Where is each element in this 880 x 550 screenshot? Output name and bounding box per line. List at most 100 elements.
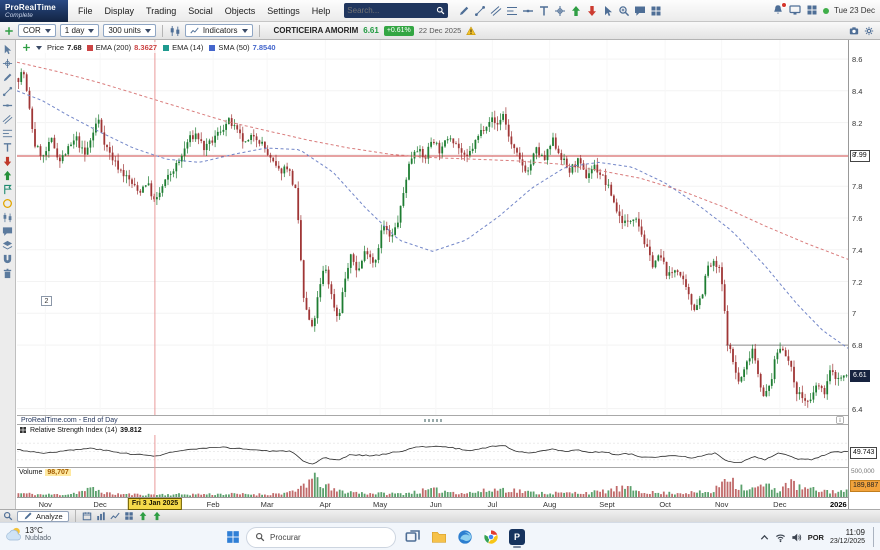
panel-resize-handle[interactable] <box>424 419 442 422</box>
workspace-grid-icon[interactable] <box>806 4 818 16</box>
text-icon[interactable] <box>538 5 550 17</box>
price-axis[interactable]: 7.99 6.61 49.743 500,000 189,887 8.68.48… <box>848 40 880 509</box>
wifi-icon[interactable] <box>775 532 786 543</box>
symbol-select[interactable]: COR <box>18 24 56 37</box>
line-chart-icon[interactable] <box>110 511 120 521</box>
show-desktop-button[interactable] <box>873 527 876 547</box>
volume-chart[interactable] <box>17 468 848 497</box>
chat-tool-icon[interactable] <box>2 226 13 237</box>
language-indicator[interactable]: POR <box>808 533 824 542</box>
annotation-badge[interactable]: 2 <box>41 296 52 306</box>
ellipse-tool-icon[interactable] <box>2 198 13 209</box>
menu-help[interactable]: Help <box>306 6 337 16</box>
menu-search[interactable] <box>344 3 448 18</box>
chevron-down-icon <box>45 29 51 33</box>
fibonacci-icon[interactable] <box>506 5 518 17</box>
legend-item-3[interactable]: SMA (50)7.8540 <box>209 43 275 52</box>
flag-tool-icon[interactable] <box>2 184 13 195</box>
rsi-chart[interactable] <box>17 435 848 468</box>
taskbar-clock[interactable]: 11:09 23/12/2025 <box>830 528 865 545</box>
layout-grid-icon[interactable] <box>650 5 662 17</box>
scroll-up-2-icon[interactable] <box>152 511 162 521</box>
add-indicator-icon[interactable] <box>22 43 31 52</box>
volume-icon[interactable] <box>791 532 802 543</box>
volume-panel[interactable]: Volume 98,707 <box>17 468 848 497</box>
taskbar-search[interactable]: Procurar <box>246 527 396 548</box>
legend-price[interactable]: Price 7.68 <box>47 43 82 52</box>
menu-file[interactable]: File <box>72 6 99 16</box>
taskbar-app-edge-browser[interactable] <box>454 526 476 548</box>
rsi-settings-icon[interactable] <box>19 426 27 434</box>
fibonacci-tool-icon[interactable] <box>2 128 13 139</box>
timeframe-select[interactable]: 1 day <box>60 24 100 37</box>
menu-social[interactable]: Social <box>182 6 219 16</box>
taskbar-app-file-explorer[interactable] <box>428 526 450 548</box>
instrument-toolbar: COR 1 day 300 units Indicators CORTICEIR… <box>0 22 880 40</box>
time-axis[interactable]: Fri 3 Jan 2025 2026 NovDecFebMarAprMayJu… <box>17 497 848 509</box>
sell-arrow-tool-icon[interactable] <box>2 156 13 167</box>
magnet-tool-icon[interactable] <box>2 254 13 265</box>
channel-tool-icon[interactable] <box>2 114 13 125</box>
legend-chevron-icon[interactable] <box>36 46 42 50</box>
menu-trading[interactable]: Trading <box>140 6 182 16</box>
price-chart-panel[interactable]: Price 7.68 EMA (200)8.3627 EMA (14) SMA (5… <box>17 40 848 415</box>
buy-arrow-tool-icon[interactable] <box>2 170 13 181</box>
screenshot-camera-icon[interactable] <box>849 26 859 36</box>
drawing-toolbar <box>0 40 16 509</box>
taskbar-app-chrome-browser[interactable] <box>480 526 502 548</box>
add-instrument-icon[interactable] <box>4 26 14 36</box>
pointer-tool-icon[interactable] <box>2 44 13 55</box>
volume-label: Volume <box>19 469 42 476</box>
settings-gear-icon[interactable] <box>864 26 874 36</box>
crosshair-tool-icon[interactable] <box>2 58 13 69</box>
legend-swatch <box>163 45 169 51</box>
price-tick: 8.4 <box>852 87 862 96</box>
analyze-tab[interactable]: Analyze <box>17 511 69 522</box>
text-tool-icon[interactable] <box>2 142 13 153</box>
weather-temp: 13°C <box>25 526 51 535</box>
search-icon[interactable] <box>436 6 445 15</box>
crosshair-icon[interactable] <box>554 5 566 17</box>
delete-tool-icon[interactable] <box>2 268 13 279</box>
taskbar-app-task-view[interactable] <box>402 526 424 548</box>
trendline-tool-icon[interactable] <box>2 86 13 97</box>
columns-chart-icon[interactable] <box>96 511 106 521</box>
zoom-in-icon[interactable] <box>618 5 630 17</box>
info-icon[interactable] <box>836 416 844 424</box>
channel-icon[interactable] <box>490 5 502 17</box>
candles-tool-icon[interactable] <box>2 212 13 223</box>
legend-item-1[interactable]: EMA (200)8.3627 <box>87 43 157 52</box>
notification-badge[interactable] <box>772 4 784 18</box>
legend-item-label: SMA (50) <box>218 43 249 52</box>
chat-icon[interactable] <box>634 5 646 17</box>
search-input[interactable] <box>347 6 436 15</box>
tray-expand-icon[interactable] <box>759 532 770 543</box>
scroll-up-1-icon[interactable] <box>138 511 148 521</box>
buy-arrow-icon[interactable] <box>570 5 582 17</box>
start-button[interactable] <box>226 530 240 544</box>
horizontal-line-icon[interactable] <box>522 5 534 17</box>
units-select[interactable]: 300 units <box>103 24 155 37</box>
pencil-tool-icon[interactable] <box>2 72 13 83</box>
menu-display[interactable]: Display <box>99 6 141 16</box>
chart-type-icon[interactable] <box>169 25 181 37</box>
sell-arrow-icon[interactable] <box>586 5 598 17</box>
price-chart[interactable] <box>17 40 848 415</box>
layout-grid-icon[interactable] <box>124 511 134 521</box>
indicators-button[interactable]: Indicators <box>185 24 253 37</box>
trendline-icon[interactable] <box>474 5 486 17</box>
menu-objects[interactable]: Objects <box>219 6 262 16</box>
zoom-tool-icon[interactable] <box>3 511 13 521</box>
rsi-panel[interactable]: Relative Strength Index (14) 39.812 <box>17 425 848 468</box>
taskbar-app-prorealtime-app[interactable]: P <box>506 526 528 548</box>
monitor-icon[interactable] <box>789 4 801 16</box>
calendar-icon[interactable] <box>82 511 92 521</box>
layers-tool-icon[interactable] <box>2 240 13 251</box>
drawing-pencil-icon[interactable] <box>458 5 470 17</box>
pointer-icon[interactable] <box>602 5 614 17</box>
horizontal-line-tool-icon[interactable] <box>2 100 13 111</box>
taskbar-weather[interactable]: 13°C Nublado <box>5 526 51 542</box>
legend-item-2[interactable]: EMA (14) <box>163 43 203 52</box>
warning-icon[interactable] <box>466 26 476 36</box>
menu-settings[interactable]: Settings <box>261 6 306 16</box>
